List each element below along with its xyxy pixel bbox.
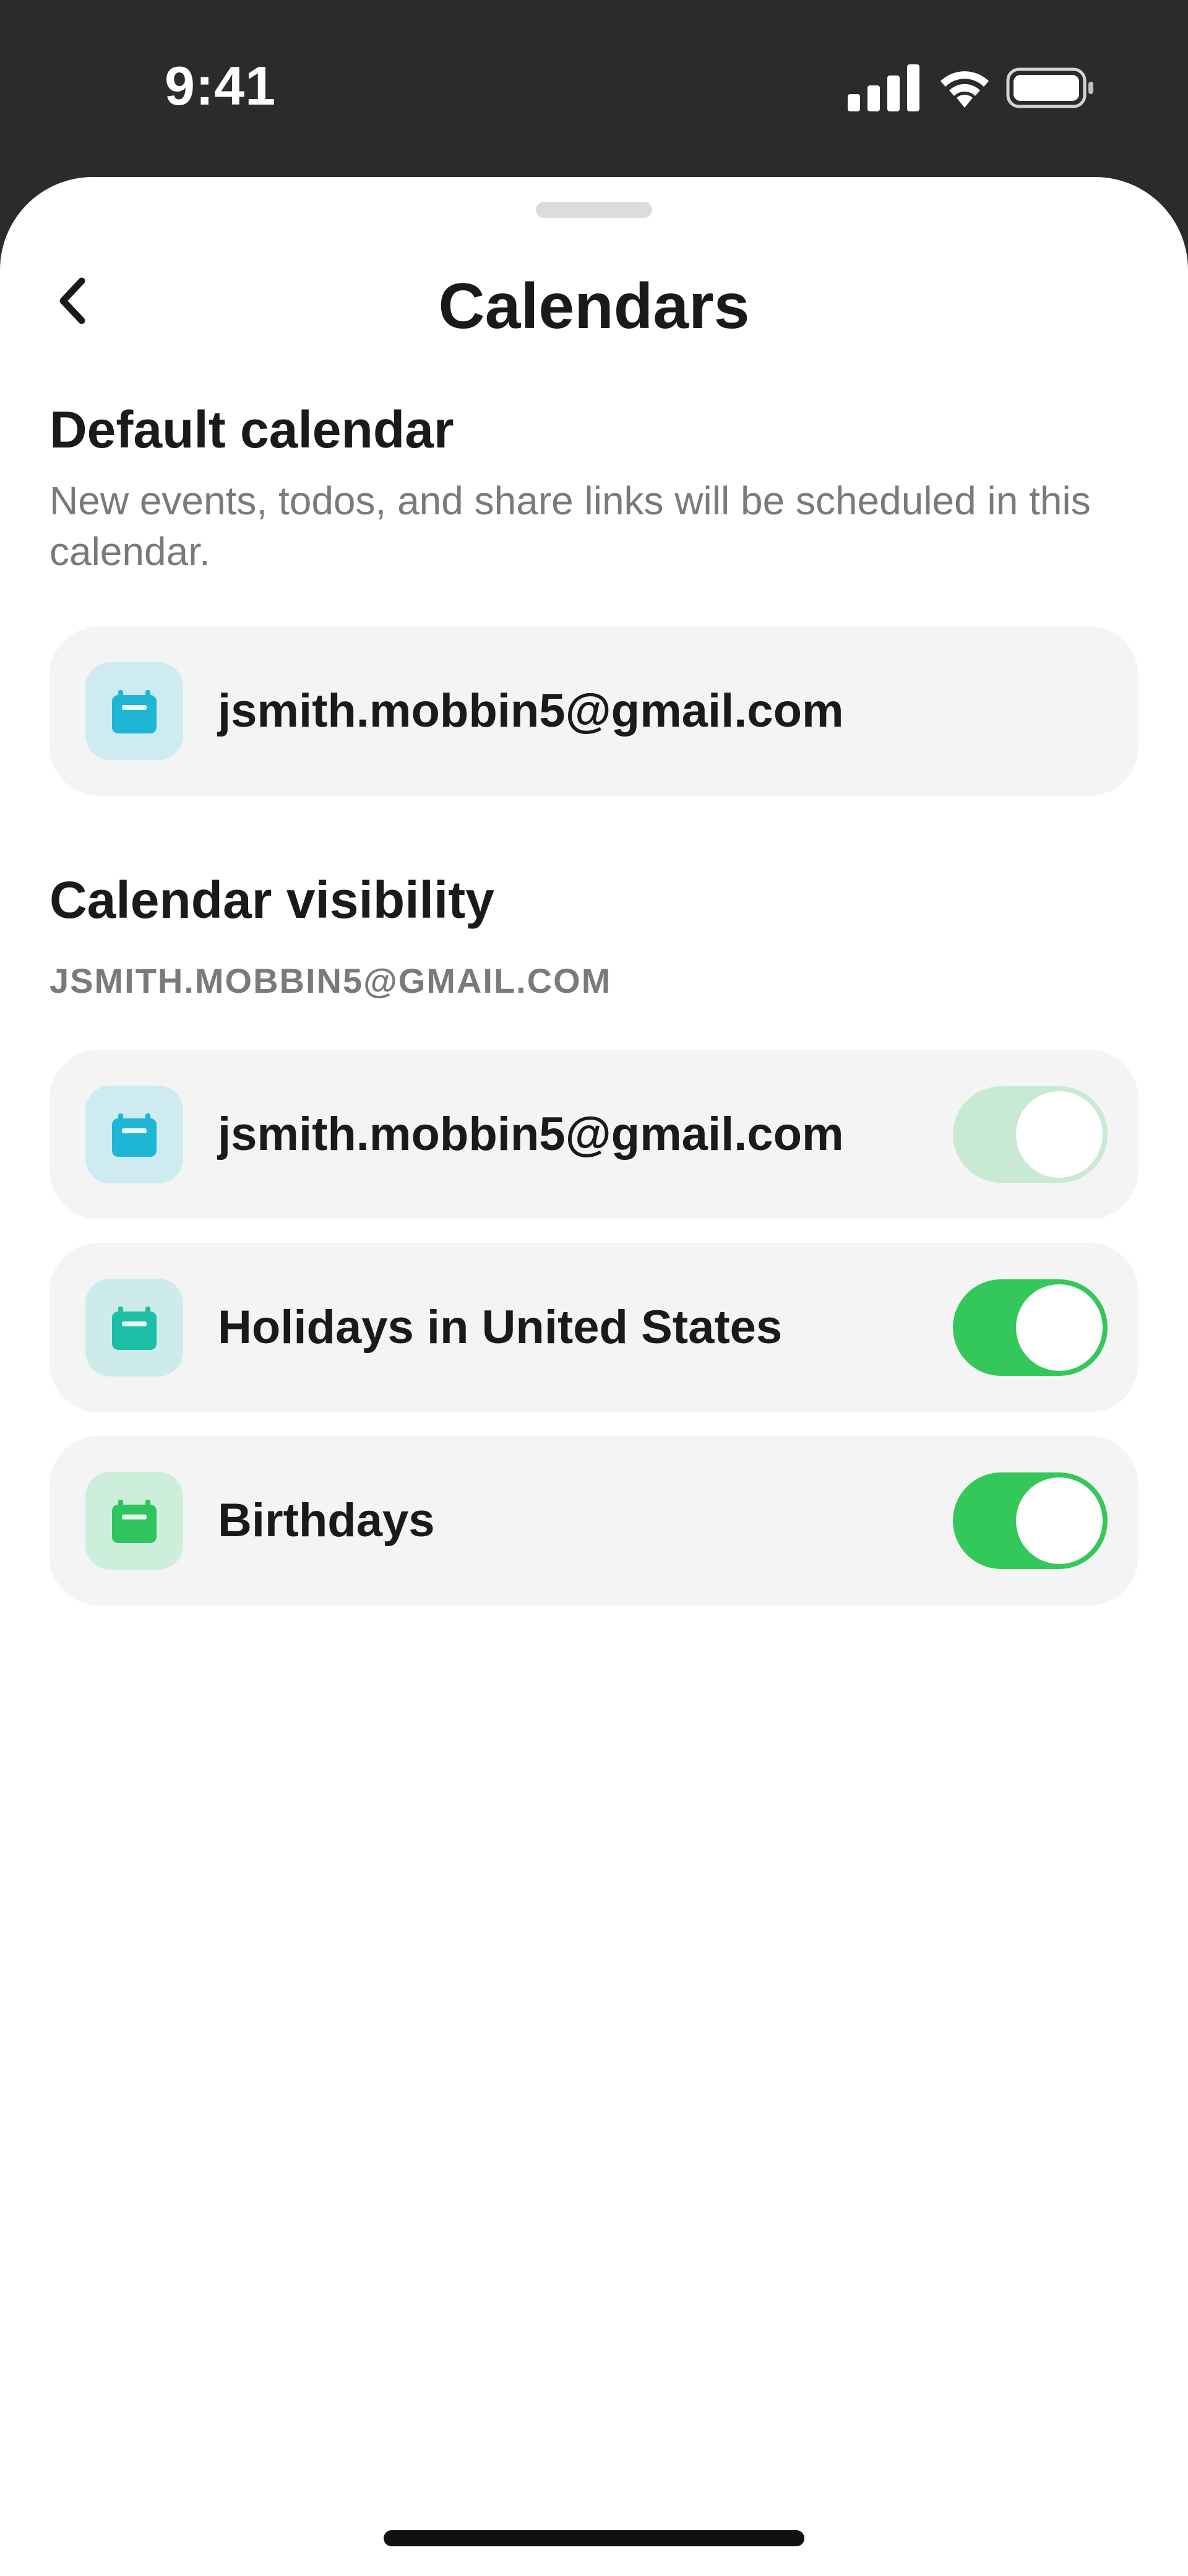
visibility-toggle[interactable] [953, 1472, 1108, 1569]
visibility-toggle[interactable] [953, 1279, 1108, 1376]
visibility-row-label: jsmith.mobbin5@gmail.com [218, 1108, 844, 1160]
status-time: 9:41 [165, 55, 277, 116]
calendar-icon [85, 1086, 183, 1183]
visibility-row[interactable]: jsmith.mobbin5@gmail.com [50, 1050, 1138, 1219]
toggle-knob [1016, 1477, 1103, 1564]
calendar-icon [85, 1472, 183, 1570]
calendar-visibility-heading: Calendar visibility [50, 871, 494, 929]
visibility-row-label: Birthdays [218, 1494, 435, 1547]
visibility-row-label: Holidays in United States [218, 1301, 783, 1354]
default-calendar-heading: Default calendar [50, 400, 454, 459]
visibility-row[interactable]: Birthdays [50, 1436, 1138, 1606]
status-icons [848, 64, 1095, 111]
sheet-grabber[interactable] [536, 202, 652, 218]
battery-icon [1006, 67, 1093, 108]
toggle-knob [1016, 1284, 1103, 1371]
calendar-icon [85, 1279, 183, 1377]
default-calendar-label: jsmith.mobbin5@gmail.com [218, 685, 844, 737]
wifi-icon [940, 71, 989, 108]
home-indicator [384, 2530, 804, 2546]
visibility-row[interactable]: Holidays in United States [50, 1243, 1138, 1412]
default-calendar-description: New events, todos, and share links will … [50, 478, 1091, 574]
toggle-knob [1016, 1091, 1103, 1178]
status-bar: 9:41 [0, 0, 1188, 177]
calendar-icon [85, 662, 183, 760]
calendars-sheet: Calendars Default calendar New events, t… [0, 177, 1188, 2576]
page-title: Calendars [438, 270, 750, 342]
default-calendar-selector[interactable]: jsmith.mobbin5@gmail.com [50, 626, 1138, 796]
account-caption: JSMITH.MOBBIN5@GMAIL.COM [50, 961, 612, 1000]
visibility-toggle[interactable] [953, 1086, 1108, 1183]
signal-icon [848, 64, 919, 111]
